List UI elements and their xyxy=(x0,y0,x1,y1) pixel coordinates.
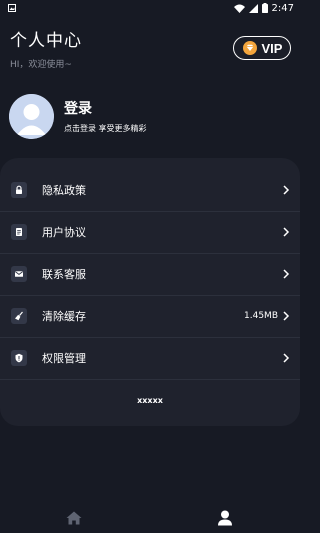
login-title[interactable]: 登录 xyxy=(64,98,92,118)
page-title: 个人中心 xyxy=(10,31,82,51)
menu-card: 隐私政策 用户协议 联系客服 清除缓存 1.45MB 权限管理 xyxy=(0,158,300,426)
menu-item-label: 清除缓存 xyxy=(42,309,86,323)
cache-size-value: 1.45MB xyxy=(244,310,278,321)
chevron-right-icon xyxy=(283,184,290,195)
broom-icon xyxy=(11,307,27,324)
chevron-right-icon xyxy=(283,310,290,321)
signal-icon xyxy=(248,3,258,13)
menu-item-contact-support[interactable]: 联系客服 xyxy=(0,253,300,294)
menu-item-label: 用户协议 xyxy=(42,225,86,239)
image-notification-icon xyxy=(8,4,16,12)
menu-item-permissions[interactable]: 权限管理 xyxy=(0,337,300,378)
menu-item-user-agreement[interactable]: 用户协议 xyxy=(0,211,300,252)
profile-icon[interactable] xyxy=(217,510,233,526)
menu-item-label: 权限管理 xyxy=(42,351,86,365)
status-bar: 2:47 xyxy=(0,0,300,16)
diamond-icon xyxy=(242,41,257,55)
chevron-right-icon xyxy=(283,268,290,279)
status-time: 2:47 xyxy=(271,2,294,14)
footer-text: xxxxx xyxy=(137,396,163,405)
menu-item-label: 隐私政策 xyxy=(42,183,86,197)
login-subtitle[interactable]: 点击登录 享受更多精彩 xyxy=(64,123,147,134)
wifi-icon xyxy=(233,4,245,13)
shield-icon xyxy=(11,349,27,366)
document-icon xyxy=(11,223,27,240)
mail-icon xyxy=(11,265,27,282)
vip-label: VIP xyxy=(261,40,283,56)
bottom-tab-bar xyxy=(0,503,300,533)
vip-button[interactable]: VIP xyxy=(233,36,291,60)
chevron-right-icon xyxy=(283,226,290,237)
menu-item-privacy-policy[interactable]: 隐私政策 xyxy=(0,169,300,210)
lock-icon xyxy=(11,181,27,198)
default-avatar-icon xyxy=(9,94,54,139)
home-icon[interactable] xyxy=(66,511,82,525)
menu-item-label: 联系客服 xyxy=(42,267,86,281)
menu-item-clear-cache[interactable]: 清除缓存 1.45MB xyxy=(0,295,300,336)
battery-icon xyxy=(261,3,268,13)
chevron-right-icon xyxy=(283,352,290,363)
divider xyxy=(0,379,300,380)
greeting-text: HI，欢迎使用~ xyxy=(10,60,72,70)
avatar[interactable] xyxy=(9,94,54,139)
